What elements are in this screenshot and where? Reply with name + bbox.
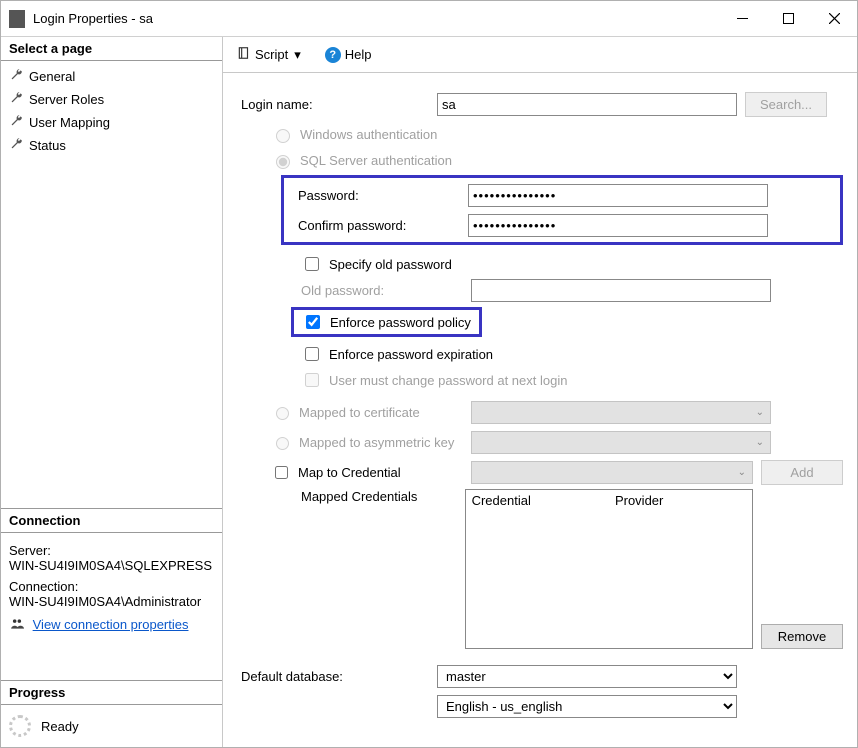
app-icon: [9, 10, 25, 28]
nav-item-label: User Mapping: [29, 115, 110, 130]
default-language-select[interactable]: English - us_english: [437, 695, 737, 718]
search-button: Search...: [745, 92, 827, 117]
help-label: Help: [345, 47, 372, 62]
nav-item-label: Status: [29, 138, 66, 153]
chevron-down-icon: ⌄: [738, 467, 746, 478]
nav-user-mapping[interactable]: User Mapping: [1, 111, 222, 134]
enforce-policy-checkbox[interactable]: [306, 315, 320, 329]
nav-item-label: General: [29, 69, 75, 84]
window-title: Login Properties - sa: [33, 11, 719, 26]
must-change-label: User must change password at next login: [329, 373, 567, 388]
password-label: Password:: [298, 188, 468, 203]
sql-auth-radio-row: SQL Server authentication: [237, 147, 843, 173]
confirm-password-label: Confirm password:: [298, 218, 468, 233]
nav-item-label: Server Roles: [29, 92, 104, 107]
password-highlight-box: Password: Confirm password:: [281, 175, 843, 245]
titlebar: Login Properties - sa: [1, 1, 857, 37]
select-page-header: Select a page: [1, 37, 222, 61]
nav-status[interactable]: Status: [1, 134, 222, 157]
help-button[interactable]: ? Help: [321, 45, 376, 65]
windows-auth-label: Windows authentication: [300, 127, 437, 142]
windows-auth-radio-row: Windows authentication: [237, 121, 843, 147]
mapped-credentials-label: Mapped Credentials: [237, 489, 465, 504]
wrench-icon: [9, 137, 23, 154]
mapped-credentials-table[interactable]: Credential Provider: [465, 489, 754, 649]
default-database-label: Default database:: [237, 669, 437, 684]
enforce-expiration-label: Enforce password expiration: [329, 347, 493, 362]
toolbar: Script ▾ ? Help: [223, 37, 857, 73]
mapped-asym-combo: ⌄: [471, 431, 771, 454]
progress-header: Progress: [1, 681, 222, 705]
chevron-down-icon: ▾: [294, 47, 301, 63]
old-password-label: Old password:: [237, 283, 471, 298]
right-panel: Script ▾ ? Help Login name: Search...: [223, 37, 857, 747]
content-area: Login name: Search... Windows authentica…: [223, 73, 857, 747]
add-button: Add: [761, 460, 843, 485]
nav-general[interactable]: General: [1, 65, 222, 88]
mapped-cert-radio: [276, 407, 289, 420]
page-nav: General Server Roles User Mapping Status: [1, 61, 222, 161]
enforce-expiration-checkbox[interactable]: [305, 347, 319, 361]
minimize-button[interactable]: [719, 4, 765, 34]
windows-auth-radio: [276, 129, 290, 143]
help-icon: ?: [325, 47, 341, 63]
script-icon: [237, 46, 251, 63]
map-to-credential-combo: ⌄: [471, 461, 753, 484]
connection-value: WIN-SU4I9IM0SA4\Administrator: [9, 594, 214, 609]
sql-auth-label: SQL Server authentication: [300, 153, 452, 168]
old-password-input: [471, 279, 771, 302]
script-button[interactable]: Script ▾: [233, 44, 305, 65]
login-name-input[interactable]: [437, 93, 737, 116]
default-database-select[interactable]: master: [437, 665, 737, 688]
enforce-policy-label: Enforce password policy: [330, 315, 471, 330]
left-panel: Select a page General Server Roles User …: [1, 37, 223, 747]
view-connection-properties-link[interactable]: View connection properties: [33, 617, 189, 632]
wrench-icon: [9, 68, 23, 85]
close-button[interactable]: [811, 4, 857, 34]
server-value: WIN-SU4I9IM0SA4\SQLEXPRESS: [9, 558, 214, 573]
must-change-checkbox: [305, 373, 319, 387]
specify-old-password-label: Specify old password: [329, 257, 452, 272]
map-to-credential-label: Map to Credential: [298, 465, 401, 480]
credential-column-header: Credential: [466, 490, 609, 512]
progress-spinner-icon: [9, 715, 31, 737]
sql-auth-radio: [276, 155, 290, 169]
connection-header: Connection: [1, 509, 222, 533]
progress-status: Ready: [41, 719, 79, 734]
enforce-policy-highlight-box: Enforce password policy: [291, 307, 482, 337]
mapped-asym-label: Mapped to asymmetric key: [299, 435, 454, 450]
chevron-down-icon: ⌄: [756, 407, 764, 418]
window-root: Login Properties - sa Select a page Gene…: [0, 0, 858, 748]
password-input[interactable]: [468, 184, 768, 207]
confirm-password-input[interactable]: [468, 214, 768, 237]
login-name-label: Login name:: [237, 97, 437, 112]
wrench-icon: [9, 91, 23, 108]
people-icon: [9, 617, 25, 634]
nav-server-roles[interactable]: Server Roles: [1, 88, 222, 111]
script-label: Script: [255, 47, 288, 62]
connection-label: Connection:: [9, 579, 214, 594]
mapped-cert-combo: ⌄: [471, 401, 771, 424]
wrench-icon: [9, 114, 23, 131]
specify-old-password-checkbox[interactable]: [305, 257, 319, 271]
remove-button[interactable]: Remove: [761, 624, 843, 649]
provider-column-header: Provider: [609, 490, 752, 512]
maximize-button[interactable]: [765, 4, 811, 34]
chevron-down-icon: ⌄: [756, 437, 764, 448]
map-to-credential-checkbox[interactable]: [275, 466, 288, 479]
server-label: Server:: [9, 543, 214, 558]
mapped-cert-label: Mapped to certificate: [299, 405, 420, 420]
mapped-asym-radio: [276, 437, 289, 450]
